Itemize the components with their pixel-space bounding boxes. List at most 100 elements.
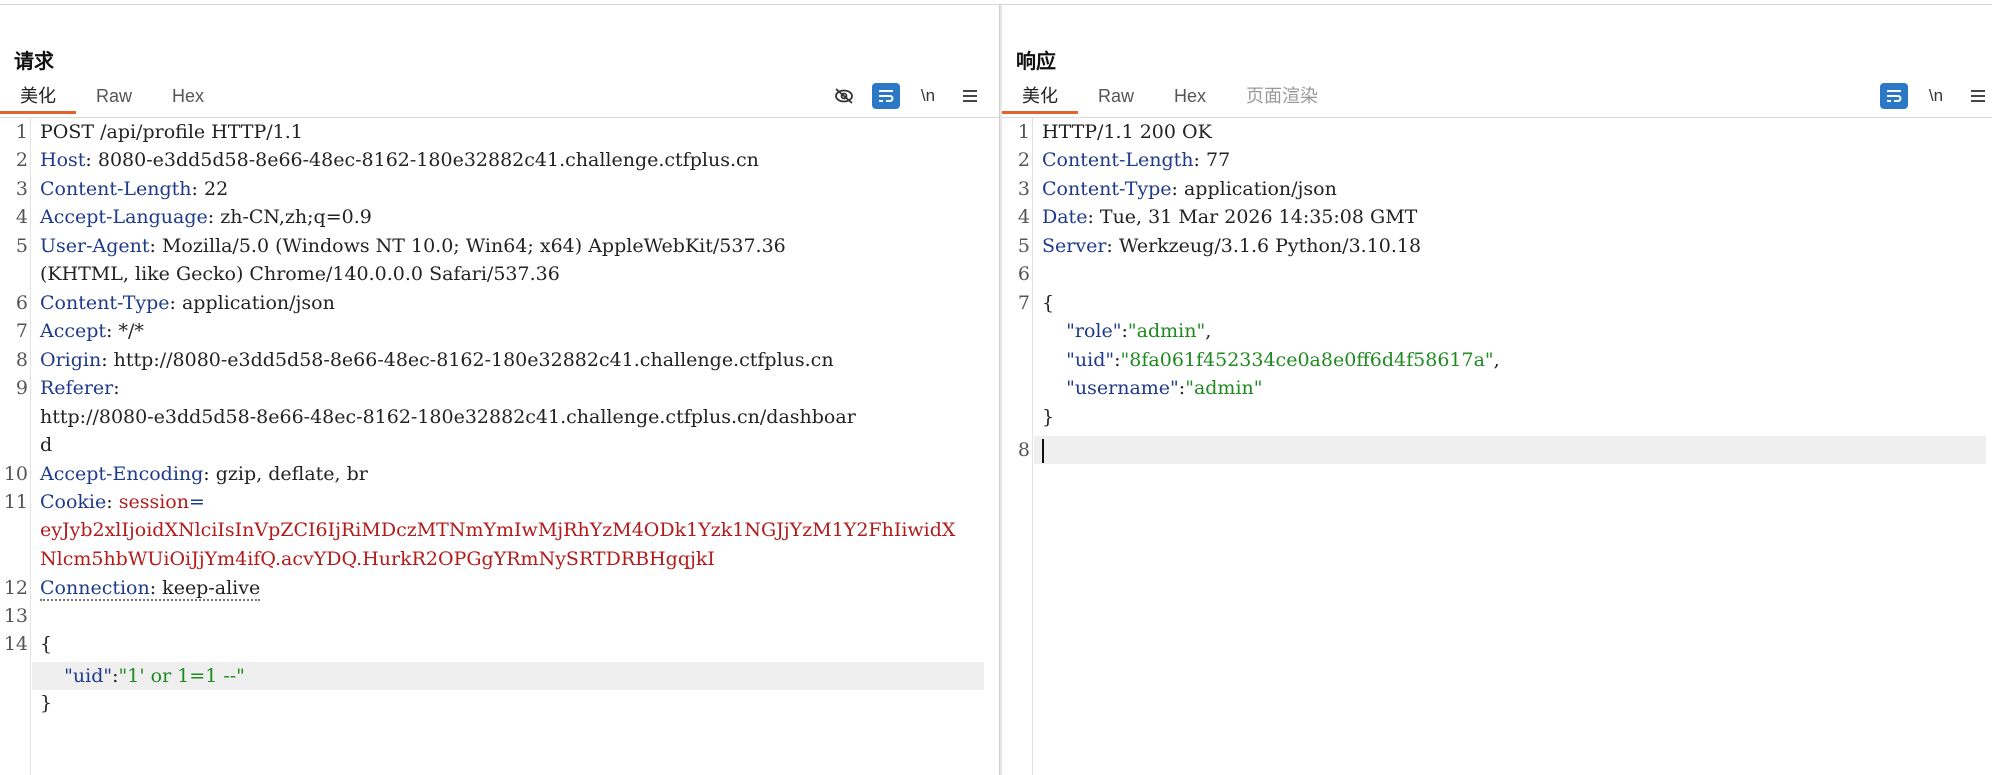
line-number: 1 (15, 121, 28, 143)
header-name: Content-Type (1042, 178, 1172, 200)
json-value: "8fa061f452334ce0a8e0ff6d4f58617a" (1120, 349, 1494, 371)
header-name: Accept-Language (40, 206, 208, 228)
line-number: 2 (15, 149, 28, 171)
header-value: keep-alive (156, 577, 261, 599)
hide-nonprintable-button[interactable] (830, 83, 858, 109)
header-name: Accept-Encoding (40, 463, 204, 485)
response-line: Content-Length: 77 (1042, 149, 1231, 171)
request-line: Connection: keep-alive (40, 577, 261, 601)
show-newlines-button[interactable]: \n (914, 83, 942, 109)
json-body-line: "uid":"1' or 1=1 --" (64, 665, 245, 687)
header-name: Content-Length (40, 178, 192, 200)
json-value: "admin" (1185, 377, 1263, 399)
response-tab-hex[interactable]: Hex (1154, 81, 1226, 114)
json-line: "uid":"8fa061f452334ce0a8e0ff6d4f58617a"… (1066, 349, 1500, 371)
wrap-lines-button[interactable] (1880, 83, 1908, 109)
header-value: application/json (1177, 178, 1337, 200)
line-number: 6 (15, 292, 28, 314)
text-caret (1042, 439, 1044, 463)
line-number: 8 (1017, 439, 1030, 461)
header-name: Content-Type (40, 292, 170, 314)
line-number: 5 (1017, 235, 1030, 257)
json-value: "1' or 1=1 --" (118, 665, 245, 687)
line-number: 10 (3, 463, 28, 485)
header-value: Mozilla/5.0 (Windows NT 10.0; Win64; x64… (155, 235, 786, 257)
response-tab-pretty[interactable]: 美化 (1002, 81, 1078, 114)
header-value: 8080-e3dd5d58-8e66-48ec-8162-180e32882c4… (91, 149, 759, 171)
request-line-wrap: d (40, 434, 53, 456)
header-value: application/json (175, 292, 335, 314)
line-number: 8 (15, 349, 28, 371)
json-line: "role":"admin", (1066, 320, 1212, 342)
line-number: 2 (1017, 149, 1030, 171)
response-editor[interactable]: 1 2 3 4 5 6 7 8 HTTP/1.1 200 OK Content-… (1002, 118, 1992, 775)
header-name: User-Agent (40, 235, 150, 257)
json-line: "username":"admin" (1066, 377, 1263, 399)
request-line: Content-Type: application/json (40, 292, 335, 314)
response-line: Date: Tue, 31 Mar 2026 14:35:08 GMT (1042, 206, 1418, 228)
response-tab-render[interactable]: 页面渲染 (1226, 81, 1338, 114)
line-number: 13 (3, 605, 28, 627)
json-key: "username" (1066, 377, 1179, 399)
wrap-lines-button[interactable] (872, 83, 900, 109)
request-tab-pretty[interactable]: 美化 (0, 81, 76, 114)
line-number: 3 (15, 178, 28, 200)
cookie-value: Nlcm5hbWUiOiJjYm4ifQ.acvYDQ.HurkR2OPGgYR… (40, 548, 715, 570)
header-name: Content-Length (1042, 149, 1194, 171)
line-number: 12 (3, 577, 28, 599)
show-newlines-button[interactable]: \n (1922, 83, 1950, 109)
line-number: 6 (1017, 263, 1030, 285)
line-number: 4 (1017, 206, 1030, 228)
line-number: 4 (15, 206, 28, 228)
request-line-wrap: (KHTML, like Gecko) Chrome/140.0.0.0 Saf… (40, 263, 560, 285)
json-open-brace: { (1042, 292, 1055, 314)
line-number: 14 (3, 633, 28, 655)
request-line: Host: 8080-e3dd5d58-8e66-48ec-8162-180e3… (40, 149, 759, 171)
wrap-icon (879, 90, 894, 102)
header-value: gzip, deflate, br (209, 463, 368, 485)
response-tab-raw[interactable]: Raw (1078, 81, 1154, 114)
json-open-brace: { (40, 633, 53, 655)
request-tabs: 美化 Raw Hex (0, 81, 224, 114)
request-pane: 请求 美化 Raw Hex \n 1 2 3 4 5 6 7 8 9 10 11… (0, 5, 1000, 775)
request-line: Accept-Language: zh-CN,zh;q=0.9 (40, 206, 372, 228)
response-line: Server: Werkzeug/3.1.6 Python/3.10.18 (1042, 235, 1422, 257)
line-number: 5 (15, 235, 28, 257)
line-number: 9 (15, 377, 28, 399)
json-value: "admin" (1127, 320, 1206, 342)
request-line: Accept-Encoding: gzip, deflate, br (40, 463, 368, 485)
menu-icon[interactable] (956, 83, 984, 109)
header-value: Tue, 31 Mar 2026 14:35:08 GMT (1093, 206, 1418, 228)
line-number: 7 (15, 320, 28, 342)
json-key: "uid" (64, 665, 113, 687)
request-line: Cookie: session= (40, 491, 205, 513)
response-toolbar: \n (1880, 83, 1992, 109)
request-editor[interactable]: 1 2 3 4 5 6 7 8 9 10 11 12 13 14 POST /a… (0, 118, 1000, 775)
header-name: Cookie (40, 491, 107, 513)
response-tabs: 美化 Raw Hex 页面渲染 (1002, 81, 1338, 114)
header-value: Werkzeug/3.1.6 Python/3.10.18 (1112, 235, 1422, 257)
request-line: POST /api/profile HTTP/1.1 (40, 121, 303, 143)
header-value: 22 (197, 178, 229, 200)
header-name: Host (40, 149, 86, 171)
header-value: */* (112, 320, 144, 342)
line-number: 1 (1017, 121, 1030, 143)
request-title: 请求 (14, 51, 54, 73)
cookie-value: eyJyb2xlIjoidXNlciIsInVpZCI6IjRiMDczMTNm… (40, 519, 956, 541)
line-number: 7 (1017, 292, 1030, 314)
wrap-icon (1887, 90, 1902, 102)
request-tab-hex[interactable]: Hex (152, 81, 224, 114)
header-name: Server (1042, 235, 1107, 257)
line-number: 3 (1017, 178, 1030, 200)
json-key: "uid" (1066, 349, 1115, 371)
request-line: Origin: http://8080-e3dd5d58-8e66-48ec-8… (40, 349, 834, 371)
header-name: Date (1042, 206, 1088, 228)
request-line-wrap: http://8080-e3dd5d58-8e66-48ec-8162-180e… (40, 406, 856, 428)
header-name: Origin (40, 349, 102, 371)
caret-line (1042, 436, 1982, 464)
response-pane: 响应 美化 Raw Hex 页面渲染 \n 1 2 3 4 5 6 7 8 HT… (1002, 5, 1992, 775)
eye-slash-icon (835, 88, 853, 104)
request-tab-raw[interactable]: Raw (76, 81, 152, 114)
menu-icon[interactable] (1964, 83, 1992, 109)
request-line: Accept: */* (40, 320, 144, 342)
